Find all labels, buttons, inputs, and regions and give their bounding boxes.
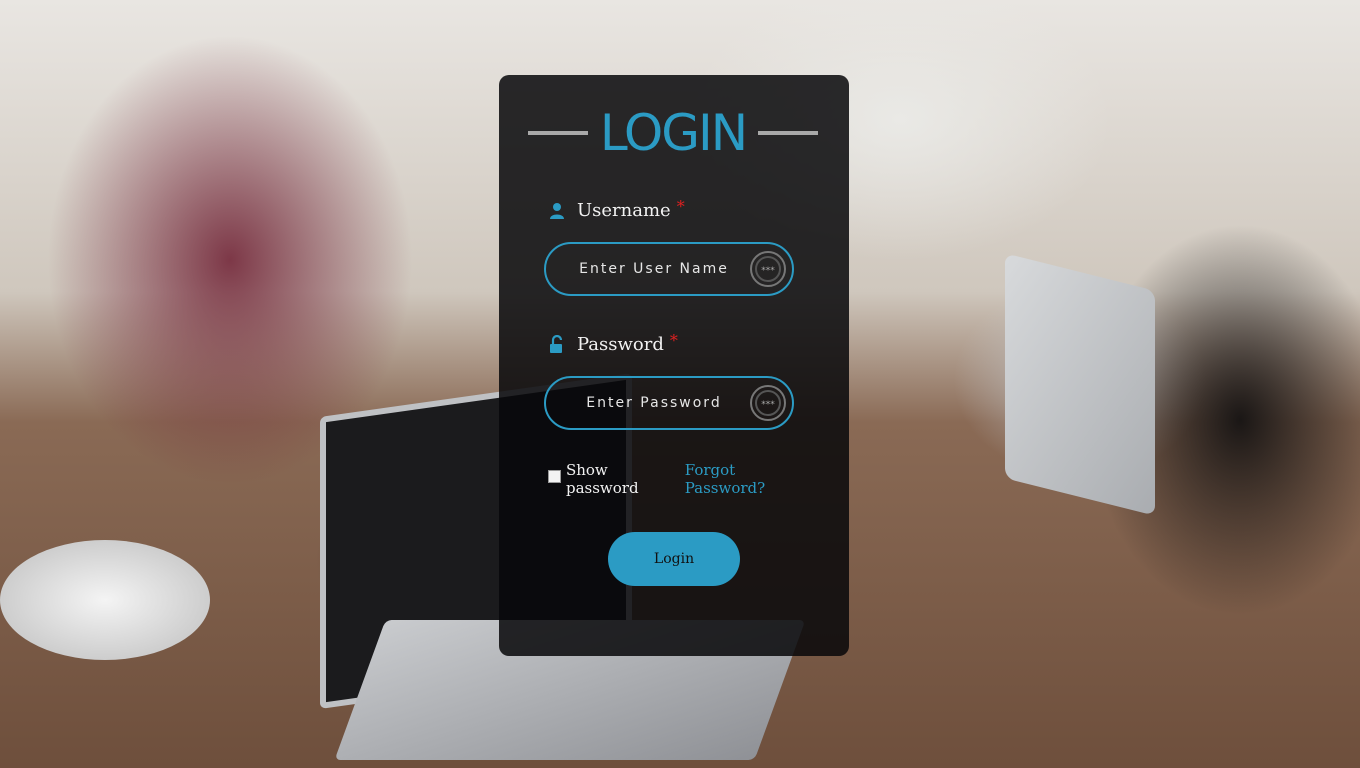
password-label-row: Password * [547, 331, 678, 355]
svg-text:***: *** [761, 400, 775, 410]
password-input[interactable] [552, 382, 756, 424]
login-card: LOGIN Username * *** Password * * * [499, 75, 849, 656]
username-required-mark: * [676, 197, 685, 216]
svg-text:***: *** [761, 266, 775, 276]
password-label: Password [577, 334, 664, 355]
username-input[interactable] [552, 248, 756, 290]
login-button[interactable]: Login [608, 532, 740, 586]
password-asterisk-icon: *** [750, 385, 786, 421]
login-title: LOGIN [599, 104, 748, 162]
show-password-checkbox[interactable] [548, 469, 561, 483]
title-divider-right [757, 131, 818, 135]
background-conference-mic [0, 540, 210, 660]
password-field[interactable]: *** [544, 376, 794, 430]
show-password-label: Show password [565, 461, 639, 497]
password-required-mark: * [669, 331, 678, 350]
unlock-icon [550, 334, 563, 353]
username-label-row: Username * [547, 197, 685, 221]
user-icon [550, 202, 564, 219]
login-options-row: Show password Forgot Password? [548, 461, 820, 497]
username-label: Username [577, 200, 671, 221]
forgot-password-link[interactable]: Forgot Password? [685, 461, 820, 497]
password-asterisk-icon: *** [750, 251, 786, 287]
title-divider-left [528, 131, 588, 135]
username-field[interactable]: *** [544, 242, 794, 296]
background-macbook [1005, 253, 1155, 516]
login-title-row: LOGIN [528, 103, 818, 163]
show-password-toggle[interactable]: Show password [548, 461, 685, 497]
